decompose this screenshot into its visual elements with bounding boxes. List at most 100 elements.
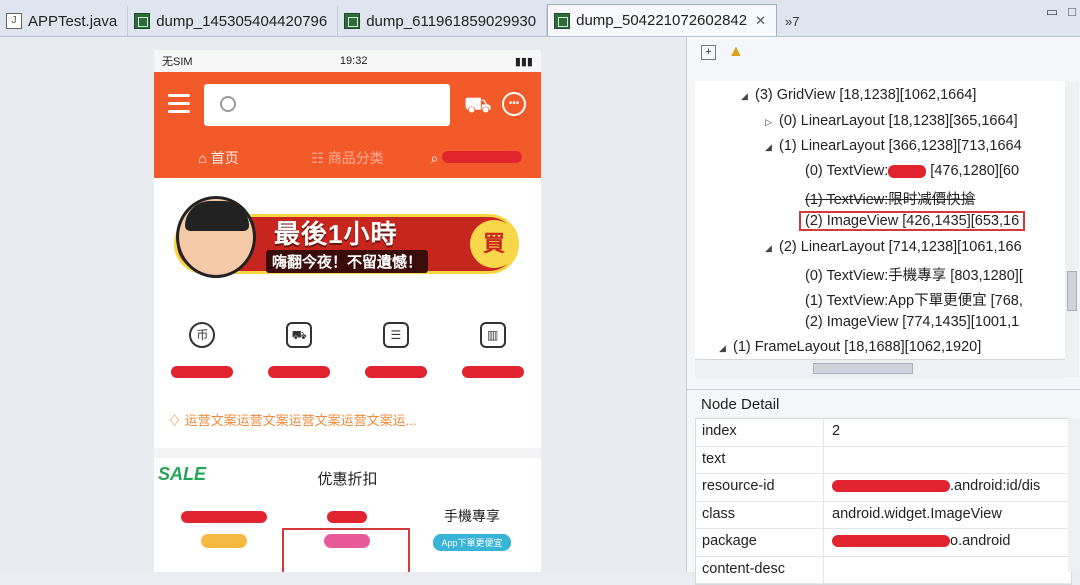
announcement-text: 运营文案运营文案运营文案运营文案运... bbox=[184, 413, 417, 428]
scroll-thumb[interactable] bbox=[813, 363, 913, 374]
java-file-icon: J bbox=[6, 13, 22, 29]
device-screen[interactable]: 无SIM 19:32 ▮▮▮ ⛟ ••• ⌂ 首页 ☷ 商品分类 ⌕ 最後1小時… bbox=[154, 50, 541, 572]
message-icon[interactable]: ••• bbox=[502, 92, 526, 116]
tree-node-bounds: [476,1280][60 bbox=[926, 163, 1020, 179]
detail-row[interactable]: class android.widget.ImageView bbox=[696, 501, 1071, 529]
tab-label: dump_1453054044207​96 bbox=[156, 12, 328, 30]
cart-icon[interactable]: ⛟ bbox=[464, 92, 492, 121]
battery-icon: ▮▮▮ bbox=[514, 55, 533, 68]
dump-icon bbox=[344, 13, 361, 29]
detail-key: resource-id bbox=[696, 474, 824, 501]
tree-node[interactable]: ▷ (0) LinearLayout [18,1238][365,1664] bbox=[765, 113, 1018, 129]
detail-value[interactable]: android.widget.ImageView bbox=[824, 502, 1071, 529]
tree-node[interactable]: ◢ (1) FrameLayout [18,1688][1062,1920] bbox=[719, 339, 981, 355]
promo-banner[interactable]: 最後1小時 嗨翻今夜！不留遺憾！ 買 bbox=[154, 178, 541, 308]
nav-redacted[interactable]: ⌕ bbox=[412, 150, 541, 167]
sale-item[interactable] bbox=[174, 510, 274, 548]
warning-icon[interactable]: ▲ bbox=[728, 43, 744, 61]
detail-value[interactable]: o.android bbox=[824, 529, 1071, 556]
redacted-mark bbox=[327, 511, 367, 523]
banner-subline: 嗨翻今夜！不留遺憾！ bbox=[266, 250, 429, 273]
detail-key: text bbox=[696, 446, 824, 473]
sale-item-title: 手機專享 bbox=[444, 508, 500, 524]
maximize-icon[interactable]: □ bbox=[1068, 4, 1076, 20]
hierarchy-tree[interactable]: ◢ (3) GridView [18,1238][1062,1664] ▷ (0) … bbox=[695, 81, 1065, 359]
tree-node[interactable]: ◢ (2) LinearLayout [714,1238][1061,166 bbox=[765, 239, 1022, 255]
nav-home-label: 首页 bbox=[210, 150, 239, 166]
shortcut-item[interactable]: 币 bbox=[154, 308, 251, 398]
detail-value[interactable] bbox=[824, 557, 1071, 584]
tree-node-label: (1) LinearLayout [366,1238][713,1664 bbox=[779, 138, 1022, 154]
detail-value-text: o.android bbox=[950, 533, 1011, 549]
expand-all-icon[interactable]: + bbox=[701, 44, 716, 60]
tree-node[interactable]: (2) ImageView [774,1435][1001,1 bbox=[805, 314, 1019, 330]
tree-node-label: (2) LinearLayout [714,1238][1061,166 bbox=[779, 239, 1022, 255]
inspector-panel: + ▲ ◢ (3) GridView [18,1238][1062,1664] ▷… bbox=[687, 37, 1080, 585]
nav-home[interactable]: ⌂ 首页 bbox=[154, 148, 283, 168]
detail-value[interactable]: 2 bbox=[824, 419, 1071, 446]
detail-row[interactable]: resource-id .android:id/dis bbox=[696, 474, 1071, 502]
collapse-icon[interactable]: ◢ bbox=[719, 343, 733, 354]
announcement-bar[interactable]: ♢ 运营文案运营文案运营文案运营文案运... bbox=[154, 398, 541, 448]
expand-icon[interactable]: ▷ bbox=[765, 117, 779, 128]
coupon-icon: 币 bbox=[189, 322, 216, 348]
scroll-thumb[interactable] bbox=[1067, 271, 1077, 311]
tree-node-label: (1) FrameLayout [18,1688][1062,1920] bbox=[733, 339, 982, 355]
shortcut-item[interactable]: ⛟ bbox=[251, 308, 348, 398]
tab-dump-1[interactable]: dump_1453054044207​96 bbox=[128, 6, 339, 36]
shortcut-item[interactable]: ☰ bbox=[348, 308, 445, 398]
redacted-mark bbox=[442, 150, 523, 163]
redacted-mark bbox=[364, 366, 427, 378]
detail-row[interactable]: index 2 bbox=[696, 419, 1071, 447]
tree-node[interactable]: (1) TextView:App下單更便宜 [768, bbox=[805, 289, 1023, 310]
nav-category[interactable]: ☷ 商品分类 bbox=[283, 148, 412, 168]
tab-dump-2[interactable]: dump_611961859029930 bbox=[338, 6, 548, 36]
tree-node-label: (0) TextView: bbox=[805, 163, 889, 179]
delivery-icon: ⛟ bbox=[286, 322, 313, 348]
detail-key: package bbox=[696, 529, 824, 556]
tree-vertical-scrollbar[interactable] bbox=[1065, 81, 1079, 377]
banner-headline: 最後1小時 bbox=[274, 219, 398, 249]
tree-node[interactable]: (0) TextView:手機專享 [803,1280][ bbox=[805, 264, 1023, 285]
tree-node-selected[interactable]: (2) ImageView [426,1435][653,16 bbox=[799, 211, 1026, 231]
tree-node[interactable]: ◢ (3) GridView [18,1238][1062,1664] bbox=[741, 87, 976, 103]
tab-label: dump_504221072602842 bbox=[576, 12, 748, 29]
tab-dump-3-active[interactable]: dump_504221072602842 ✕ bbox=[547, 4, 778, 36]
collapse-icon[interactable]: ◢ bbox=[765, 142, 779, 153]
tree-node-label: (0) TextView:手機專享 [803,1280][ bbox=[805, 268, 1023, 284]
tree-node[interactable]: ◢ (1) LinearLayout [366,1238][713,1664 bbox=[765, 138, 1022, 154]
shortcut-item[interactable]: ▥ bbox=[444, 308, 541, 398]
detail-vertical-scrollbar[interactable] bbox=[1068, 418, 1080, 572]
close-tab-icon[interactable]: ✕ bbox=[755, 13, 766, 29]
tree-node-label: (3) GridView [18,1238][1062,1664] bbox=[755, 87, 977, 103]
list-icon: ☰ bbox=[382, 322, 409, 348]
detail-value[interactable]: .android:id/dis bbox=[824, 474, 1071, 501]
dump-icon bbox=[134, 13, 151, 29]
banner-buy-button[interactable]: 買 bbox=[470, 220, 518, 268]
minimize-icon[interactable]: ▭ bbox=[1046, 4, 1058, 20]
bell-icon: ♢ bbox=[168, 413, 185, 428]
detail-value-text: .android:id/dis bbox=[950, 478, 1041, 494]
tree-node-label: (1) TextView:限时减價快搶 bbox=[805, 192, 976, 208]
tab-label: APPTest.java bbox=[28, 12, 118, 30]
collapse-icon[interactable]: ◢ bbox=[741, 91, 755, 102]
tree-node-label: (2) ImageView [426,1435][653,16 bbox=[805, 213, 1020, 229]
tab-overflow-button[interactable]: »7 bbox=[777, 6, 807, 36]
detail-row[interactable]: content-desc bbox=[696, 556, 1071, 584]
search-input[interactable] bbox=[204, 84, 450, 126]
detail-row[interactable]: text bbox=[696, 446, 1071, 474]
tree-node[interactable]: (1) TextView:限时减價快搶 bbox=[805, 188, 975, 209]
tree-horizontal-scrollbar[interactable] bbox=[695, 359, 1065, 378]
app-header: ⛟ ••• ⌂ 首页 ☷ 商品分类 ⌕ bbox=[154, 72, 541, 178]
menu-icon[interactable] bbox=[168, 94, 190, 118]
tab-apptest-java[interactable]: J APPTest.java bbox=[0, 6, 129, 36]
sale-item[interactable]: 手機專享 App下單更便宜 bbox=[422, 506, 522, 551]
redacted-mark bbox=[268, 366, 331, 378]
device-screenshot-panel: 无SIM 19:32 ▮▮▮ ⛟ ••• ⌂ 首页 ☷ 商品分类 ⌕ 最後1小時… bbox=[0, 37, 687, 572]
tree-node[interactable]: (0) TextView: [476,1280][60 bbox=[805, 163, 1019, 179]
detail-value[interactable] bbox=[824, 447, 1071, 474]
detail-row[interactable]: package o.android bbox=[696, 529, 1071, 557]
collapse-icon[interactable]: ◢ bbox=[765, 243, 779, 254]
shortcut-grid: 币 ⛟ ☰ ▥ bbox=[154, 308, 541, 398]
search-icon bbox=[220, 96, 236, 112]
